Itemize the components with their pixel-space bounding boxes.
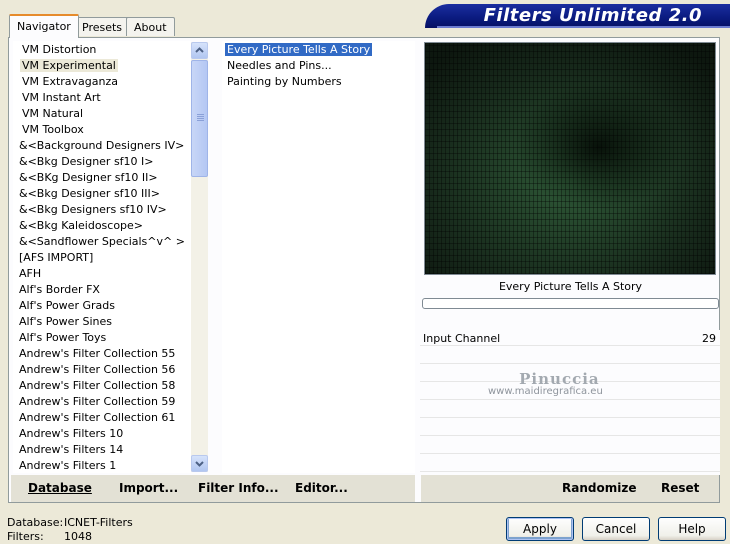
- apply-button[interactable]: Apply: [506, 517, 574, 541]
- app-title-banner: Filters Unlimited 2.0: [425, 4, 730, 28]
- parameter-name: Input Channel: [423, 332, 501, 345]
- app-title: Filters Unlimited 2.0: [483, 5, 702, 26]
- list-item[interactable]: Alf's Power Grads: [13, 298, 117, 314]
- filter-info-button[interactable]: Filter Info...: [198, 481, 279, 495]
- editor-button[interactable]: Editor...: [295, 481, 348, 495]
- preview-image: [424, 42, 716, 275]
- list-item[interactable]: Alf's Power Toys: [13, 330, 108, 346]
- list-item[interactable]: VM Distortion: [13, 42, 98, 58]
- category-list-scrollbar[interactable]: [191, 42, 208, 472]
- list-item[interactable]: Painting by Numbers: [222, 74, 344, 90]
- scroll-thumb[interactable]: [191, 60, 208, 177]
- list-item[interactable]: &<Sandflower Specials^v^ >: [13, 234, 187, 250]
- help-button[interactable]: Help: [658, 517, 726, 541]
- parameter-row: [420, 456, 720, 472]
- list-item[interactable]: Andrew's Filters 14: [13, 442, 125, 458]
- chevron-up-icon: [195, 47, 204, 53]
- list-item[interactable]: Andrew's Filters 1: [13, 458, 118, 473]
- list-item[interactable]: VM Instant Art: [13, 90, 103, 106]
- list-item[interactable]: Needles and Pins...: [222, 58, 334, 74]
- list-item[interactable]: Alf's Border FX: [13, 282, 102, 298]
- list-item[interactable]: &<Bkg Designers sf10 IV>: [13, 202, 169, 218]
- list-item-selected[interactable]: VM Experimental: [13, 58, 118, 74]
- list-item[interactable]: Andrew's Filter Collection 58: [13, 378, 177, 394]
- database-value: ICNET-Filters: [64, 516, 133, 529]
- parameter-row: [420, 420, 720, 436]
- list-item[interactable]: Andrew's Filter Collection 59: [13, 394, 177, 410]
- list-item[interactable]: &<Background Designers IV>: [13, 138, 186, 154]
- filter-list[interactable]: Every Picture Tells A Story Needles and …: [222, 41, 415, 473]
- preview-filter-name: Every Picture Tells A Story: [498, 280, 643, 293]
- watermark: Pinuccia www.maidiregrafica.eu: [488, 370, 603, 397]
- list-item[interactable]: &<Bkg Designer sf10 III>: [13, 186, 162, 202]
- parameter-row[interactable]: Input Channel 29: [420, 330, 720, 346]
- list-item[interactable]: Andrew's Filters 10: [13, 426, 125, 442]
- randomize-button[interactable]: Randomize: [562, 481, 636, 495]
- list-item[interactable]: VM Toolbox: [13, 122, 86, 138]
- chevron-down-icon: [195, 461, 204, 467]
- progress-bar: [422, 298, 719, 309]
- parameter-grid: Input Channel 29: [420, 330, 720, 475]
- parameter-row: [420, 348, 720, 364]
- tab-presets[interactable]: Presets: [74, 17, 131, 36]
- parameter-row: [420, 402, 720, 418]
- scroll-down-button[interactable]: [191, 455, 208, 472]
- watermark-url: www.maidiregrafica.eu: [488, 386, 603, 397]
- list-item[interactable]: [AFS IMPORT]: [13, 250, 95, 266]
- category-list[interactable]: VM Distortion VM Experimental VM Extrava…: [13, 41, 191, 473]
- banner-stripe: [437, 26, 730, 28]
- import-button[interactable]: Import...: [119, 481, 178, 495]
- list-item[interactable]: &<Bkg Designer sf10 I>: [13, 154, 156, 170]
- parameter-value: 29: [702, 332, 716, 345]
- reset-button[interactable]: Reset: [661, 481, 699, 495]
- filters-label: Filters:: [7, 530, 44, 543]
- list-item[interactable]: &<Bkg Kaleidoscope>: [13, 218, 145, 234]
- list-item[interactable]: VM Natural: [13, 106, 85, 122]
- list-item[interactable]: &<BKg Designer sf10 II>: [13, 170, 160, 186]
- scroll-up-button[interactable]: [191, 42, 208, 59]
- list-item[interactable]: Alf's Power Sines: [13, 314, 114, 330]
- database-label: Database:: [7, 516, 64, 529]
- list-item[interactable]: VM Extravaganza: [13, 74, 120, 90]
- cancel-button[interactable]: Cancel: [582, 517, 650, 541]
- tab-navigator[interactable]: Navigator: [9, 14, 79, 38]
- list-item[interactable]: AFH: [13, 266, 43, 282]
- list-item-selected[interactable]: Every Picture Tells A Story: [222, 42, 373, 58]
- database-button[interactable]: Database: [28, 481, 92, 495]
- filters-count: 1048: [64, 530, 92, 543]
- tab-about[interactable]: About: [126, 17, 175, 36]
- list-item[interactable]: Andrew's Filter Collection 61: [13, 410, 177, 426]
- list-item[interactable]: Andrew's Filter Collection 56: [13, 362, 177, 378]
- parameter-row: [420, 438, 720, 454]
- list-item[interactable]: Andrew's Filter Collection 55: [13, 346, 177, 362]
